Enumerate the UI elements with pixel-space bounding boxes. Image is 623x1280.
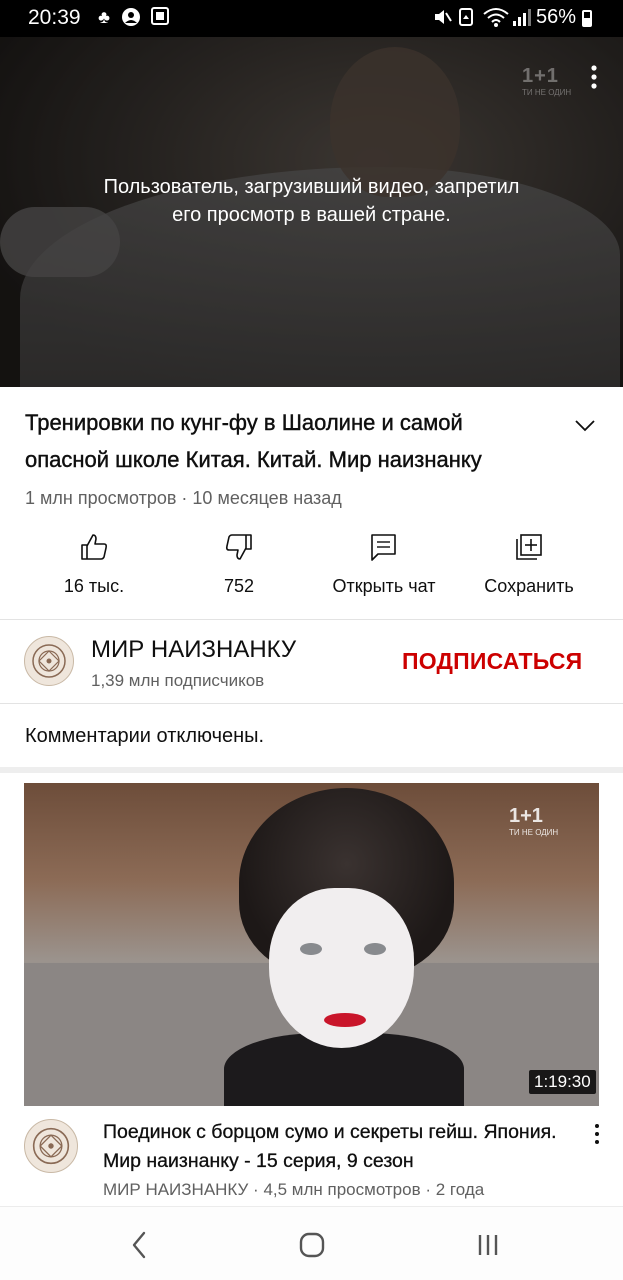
duration-badge: 1:19:30 <box>529 1070 596 1094</box>
screenshot-icon <box>150 7 170 27</box>
mute-icon <box>432 7 452 27</box>
status-time: 20:39 <box>28 6 81 29</box>
channel-avatar[interactable] <box>24 636 74 686</box>
save-playlist-icon <box>516 534 542 560</box>
recycle-icon <box>456 7 476 27</box>
chat-icon <box>371 534 396 561</box>
recommended-video-meta: МИР НАИЗНАНКУ · 4,5 млн просмотров · 2 г… <box>103 1180 485 1199</box>
battery-percent: 56% <box>536 6 577 28</box>
section-divider <box>0 767 623 773</box>
view-count: 1 млн просмотров <box>25 488 177 508</box>
thumbs-down-icon <box>225 534 252 560</box>
divider <box>0 703 623 704</box>
open-chat-button[interactable]: Открыть чат <box>314 530 454 597</box>
recommended-video-title[interactable]: Поединок с борцом сумо и секреты гейш. Я… <box>103 1118 573 1176</box>
battery-icon <box>582 10 592 27</box>
back-icon[interactable] <box>120 1227 160 1263</box>
notification-icon: ♣ <box>98 7 110 27</box>
channel-watermark: 1+1 ТИ НЕ ОДИН <box>522 65 572 97</box>
account-icon <box>121 7 141 27</box>
action-bar: 16 тыс. 752 Открыть чат Сохранить <box>0 530 623 610</box>
thumbnail-watermark: 1+1 ТИ НЕ ОДИН <box>509 805 559 837</box>
player-more-icon[interactable] <box>585 63 603 93</box>
channel-name[interactable]: МИР НАИЗНАНКУ <box>91 636 296 664</box>
recommended-video-thumbnail[interactable]: 1+1 ТИ НЕ ОДИН 1:19:30 <box>24 783 599 1106</box>
channel-row[interactable]: МИР НАИЗНАНКУ 1,39 млн подписчиков ПОДПИ… <box>0 621 623 701</box>
comments-disabled-text: Комментарии отключены. <box>25 725 265 747</box>
recommended-channel-avatar[interactable] <box>24 1119 78 1173</box>
subscriber-count: 1,39 млн подписчиков <box>91 671 265 690</box>
video-title[interactable]: Тренировки по кунг-фу в Шаолине и самой … <box>25 404 545 478</box>
upload-age: 10 месяцев назад <box>192 488 342 508</box>
subscribe-button[interactable]: ПОДПИСАТЬСЯ <box>402 648 582 675</box>
thumbs-up-icon <box>81 534 108 560</box>
blocked-message: Пользователь, загрузивший видео, запрети… <box>103 176 520 226</box>
divider <box>0 619 623 620</box>
home-icon[interactable] <box>292 1227 332 1263</box>
video-player[interactable]: 1+1 ТИ НЕ ОДИН Пользователь, загрузивший… <box>0 37 623 387</box>
video-title-area[interactable]: Тренировки по кунг-фу в Шаолине и самой … <box>25 404 545 478</box>
like-button[interactable]: 16 тыс. <box>24 530 164 597</box>
more-options-icon[interactable] <box>590 1122 604 1146</box>
status-bar: 20:39 ♣ 56% <box>0 0 623 37</box>
channel-logo-icon <box>32 644 66 678</box>
chevron-down-icon[interactable] <box>573 413 597 437</box>
video-meta: 1 млн просмотров · 10 месяцев назад <box>25 488 342 508</box>
wifi-icon <box>483 7 509 27</box>
dislike-button[interactable]: 752 <box>169 530 309 597</box>
recents-icon[interactable] <box>468 1227 508 1263</box>
signal-icon <box>512 7 532 27</box>
save-button[interactable]: Сохранить <box>459 530 599 597</box>
system-nav-bar <box>0 1206 623 1280</box>
channel-logo-icon <box>32 1127 70 1165</box>
